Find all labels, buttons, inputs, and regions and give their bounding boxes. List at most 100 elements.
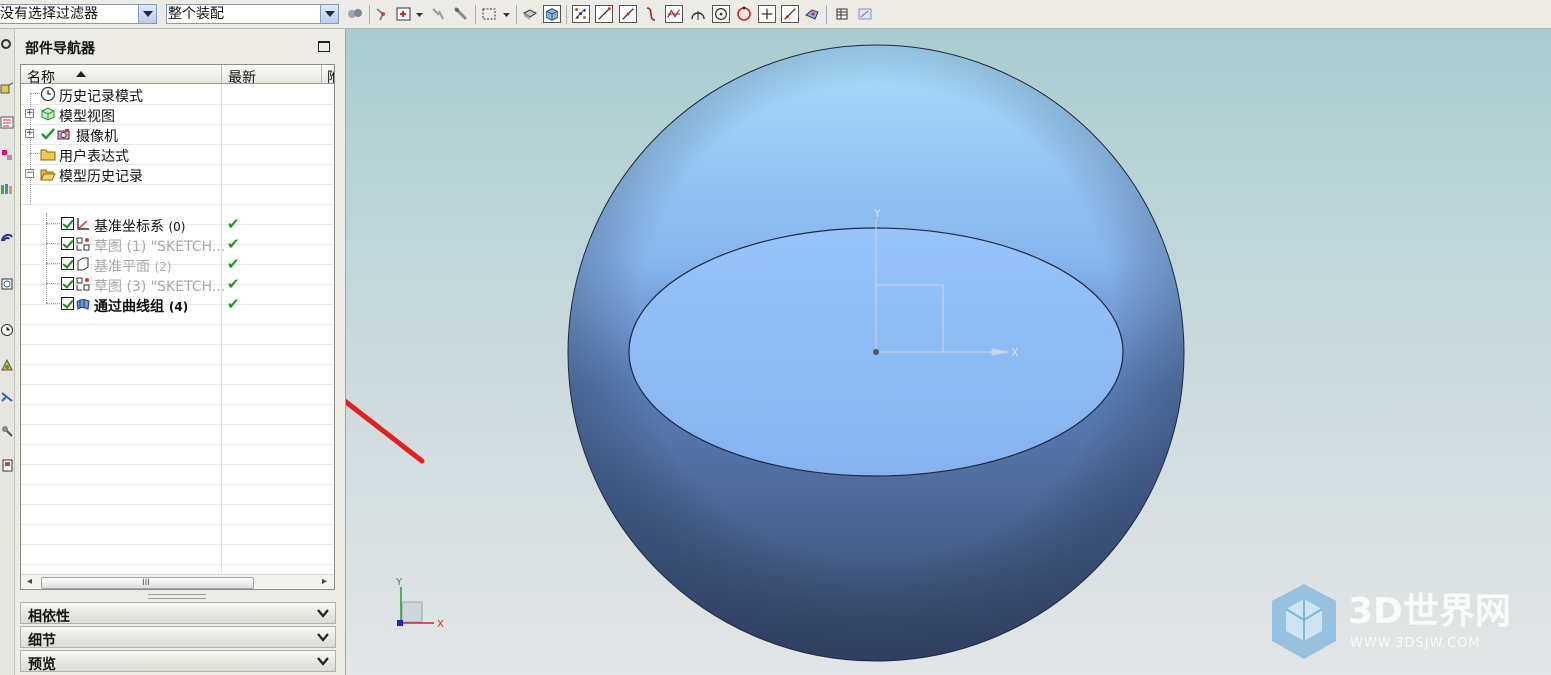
arc-center-icon[interactable] bbox=[689, 5, 707, 23]
scrollbar-thumb[interactable]: III bbox=[41, 577, 254, 589]
quick-pick-icon[interactable] bbox=[452, 5, 470, 23]
selection-lock-icon[interactable] bbox=[346, 5, 364, 23]
row-gridline bbox=[21, 364, 334, 365]
assembly-navigator-icon[interactable] bbox=[0, 81, 14, 97]
move-to-layer-icon[interactable] bbox=[856, 5, 874, 23]
tree-row-sketch-3[interactable]: 草图 (3) "SKETCH... ✔ bbox=[21, 274, 334, 295]
row-label: 历史记录模式 bbox=[59, 89, 143, 105]
toolbar-separator bbox=[475, 5, 476, 24]
visibility-checkbox[interactable] bbox=[61, 257, 74, 270]
feature-number: (4) bbox=[168, 300, 189, 314]
manufacturing-wizard-icon[interactable] bbox=[0, 423, 14, 439]
shaded-view-icon[interactable] bbox=[521, 5, 539, 23]
chevron-down-icon[interactable] bbox=[315, 652, 331, 670]
horizontal-scrollbar[interactable]: ◂ III ▸ bbox=[21, 574, 334, 589]
view-triad[interactable] bbox=[397, 587, 434, 626]
reuse-library-icon[interactable] bbox=[0, 181, 14, 197]
assembly-scope-dropdown[interactable]: 整个装配 bbox=[166, 4, 339, 24]
resource-bar bbox=[0, 29, 15, 675]
scroll-left-icon[interactable]: ◂ bbox=[27, 576, 32, 587]
tree-row-history-mode[interactable]: 历史记录模式 bbox=[21, 84, 334, 105]
intersection-point-icon[interactable] bbox=[665, 5, 683, 23]
process-studio-icon[interactable] bbox=[0, 389, 14, 405]
point-dialog-icon[interactable] bbox=[395, 5, 413, 23]
selection-filter-dropdown[interactable]: 没有选择过滤器 bbox=[0, 4, 157, 24]
quadrant-point-icon[interactable] bbox=[735, 5, 753, 23]
clock-icon[interactable] bbox=[0, 322, 14, 338]
expand-icon[interactable]: + bbox=[25, 129, 34, 138]
scroll-right-icon[interactable]: ▸ bbox=[322, 576, 327, 587]
expand-icon[interactable]: + bbox=[25, 109, 34, 118]
toolbar-separator bbox=[566, 5, 567, 24]
clock-icon bbox=[40, 86, 56, 102]
gear-icon[interactable] bbox=[0, 36, 14, 52]
tree-row-user-expressions[interactable]: 用户表达式 bbox=[21, 144, 334, 165]
tree-row-datum-plane[interactable]: 基准平面 (2) ✔ bbox=[21, 254, 334, 275]
tree-row-camera[interactable]: + 摄像机 bbox=[21, 124, 334, 145]
part-navigator-icon[interactable] bbox=[0, 147, 14, 163]
feature-number: (0) bbox=[168, 220, 186, 234]
snap-point-icon[interactable] bbox=[374, 5, 392, 23]
column-divider[interactable] bbox=[221, 65, 222, 84]
chevron-down-icon[interactable] bbox=[320, 5, 338, 23]
section-details[interactable]: 细节 bbox=[20, 626, 336, 649]
small-chevron-down-icon[interactable] bbox=[502, 5, 511, 23]
collapse-icon[interactable]: − bbox=[25, 169, 34, 178]
section-title: 细节 bbox=[28, 633, 56, 649]
roles-icon[interactable] bbox=[0, 457, 14, 473]
section-dependencies[interactable]: 相依性 bbox=[20, 602, 336, 625]
visibility-checkbox[interactable] bbox=[61, 297, 74, 310]
system-materials-icon[interactable] bbox=[0, 357, 14, 373]
annotation-arrow bbox=[346, 398, 425, 464]
watermark-title: 3D世界网 bbox=[1348, 591, 1511, 632]
visibility-checkbox[interactable] bbox=[61, 237, 74, 250]
maximize-icon[interactable] bbox=[318, 41, 330, 52]
rectangle-select-icon[interactable] bbox=[480, 5, 498, 23]
curve-point-icon[interactable] bbox=[642, 5, 660, 23]
row-gridline bbox=[21, 464, 334, 465]
history-palette-icon[interactable] bbox=[0, 276, 14, 292]
sort-ascending-icon[interactable] bbox=[76, 71, 86, 77]
web-browser-icon[interactable] bbox=[0, 229, 14, 245]
feature-number: (2) bbox=[154, 260, 172, 274]
row-gridline bbox=[21, 384, 334, 385]
chevron-down-icon[interactable] bbox=[138, 5, 156, 23]
feature-name: 通过曲线组 bbox=[94, 299, 164, 315]
row-label: 模型历史记录 bbox=[59, 169, 143, 185]
section-preview[interactable]: 预览 bbox=[20, 650, 336, 673]
end-point-icon[interactable] bbox=[595, 5, 613, 23]
small-chevron-down-icon[interactable] bbox=[415, 5, 424, 23]
layer-settings-icon[interactable] bbox=[833, 5, 851, 23]
point-on-curve-icon[interactable] bbox=[781, 5, 799, 23]
chevron-down-icon[interactable] bbox=[315, 628, 331, 646]
row-label: 用户表达式 bbox=[59, 149, 129, 165]
row-label: 草图 (1) "SKETCH... bbox=[94, 239, 226, 255]
point-on-face-icon[interactable] bbox=[803, 5, 821, 23]
constraint-navigator-icon[interactable] bbox=[0, 114, 14, 130]
mid-point-icon[interactable] bbox=[619, 5, 637, 23]
panel-splitter[interactable] bbox=[148, 594, 206, 599]
tree-row-sketch-1[interactable]: 草图 (1) "SKETCH... ✔ bbox=[21, 234, 334, 255]
visibility-checkbox[interactable] bbox=[61, 217, 74, 230]
top-toolbar: 没有选择过滤器 整个装配 bbox=[0, 0, 1551, 29]
tree-row-model-history[interactable]: − 模型历史记录 bbox=[21, 164, 334, 185]
visibility-checkbox[interactable] bbox=[61, 277, 74, 290]
camera-icon bbox=[57, 129, 70, 140]
tree-row-model-views[interactable]: + 模型视图 bbox=[21, 104, 334, 125]
model-view-icon bbox=[41, 107, 55, 121]
circle-center-icon[interactable] bbox=[712, 5, 730, 23]
row-gridline bbox=[21, 404, 334, 405]
snap-grid-points-icon[interactable] bbox=[572, 5, 590, 23]
column-divider[interactable] bbox=[321, 65, 322, 84]
solid-body-icon[interactable] bbox=[543, 5, 561, 23]
tree-row-through-curves[interactable]: 通过曲线组 (4) ✔ bbox=[21, 294, 334, 315]
chevron-down-icon[interactable] bbox=[315, 604, 331, 622]
existing-point-icon[interactable] bbox=[758, 5, 776, 23]
tree-row-datum-csys[interactable]: 基准坐标系 (0) ✔ bbox=[21, 214, 334, 235]
datum-csys-icon bbox=[77, 218, 89, 230]
graphics-viewport[interactable]: Y X Y X 3D世界网 WWW.3DSJW.COM bbox=[346, 29, 1551, 675]
part-navigator-tree[interactable]: 名称 最新 附 bbox=[20, 64, 335, 590]
row-gridline bbox=[21, 564, 334, 565]
snap-settings-icon[interactable] bbox=[429, 5, 447, 23]
row-gridline bbox=[21, 484, 334, 485]
